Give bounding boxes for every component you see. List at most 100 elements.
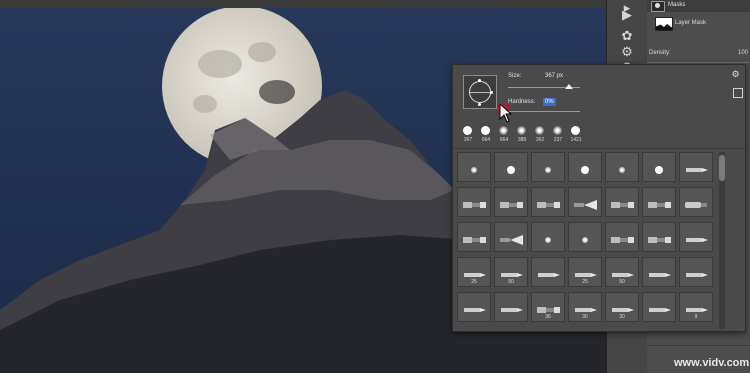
brush-preset[interactable] bbox=[679, 187, 713, 217]
brush-preset[interactable] bbox=[457, 187, 491, 217]
recent-brush[interactable]: 1421 bbox=[569, 125, 583, 145]
brush-preset[interactable] bbox=[494, 152, 528, 182]
brush-preset[interactable]: 30 bbox=[568, 292, 602, 322]
brush-settings-icon[interactable]: ✿ bbox=[616, 28, 638, 44]
recent-brush[interactable]: 237 bbox=[551, 125, 565, 145]
brush-size-label: 367 bbox=[463, 137, 473, 143]
recent-brush[interactable]: 664 bbox=[497, 125, 511, 145]
density-label: Density: bbox=[649, 50, 671, 56]
brush-tip-icon bbox=[571, 126, 580, 135]
play-icon[interactable]: ▶ bbox=[616, 7, 638, 23]
brush-tip-icon bbox=[571, 232, 599, 250]
brush-preset[interactable] bbox=[531, 187, 565, 217]
brush-preset[interactable] bbox=[642, 292, 676, 322]
roundness-handle[interactable] bbox=[478, 79, 481, 82]
brush-scrollbar[interactable] bbox=[719, 152, 725, 329]
brush-tip-icon bbox=[645, 232, 673, 250]
brush-preset[interactable] bbox=[494, 222, 528, 252]
brush-preset[interactable] bbox=[568, 187, 602, 217]
size-value[interactable]: 367 px bbox=[545, 73, 563, 79]
scroll-thumb[interactable] bbox=[719, 155, 725, 181]
brush-tip-icon bbox=[571, 162, 599, 180]
brush-tip-icon bbox=[645, 267, 673, 285]
brush-size-label: 30 bbox=[619, 314, 625, 320]
watermark: www.vidv.com bbox=[674, 357, 750, 369]
brush-tip-icon bbox=[534, 232, 562, 250]
angle-handle[interactable] bbox=[490, 91, 493, 94]
brush-preset[interactable] bbox=[568, 222, 602, 252]
mask-icon bbox=[651, 1, 665, 12]
brush-preset[interactable]: 30 bbox=[605, 292, 639, 322]
brush-preset[interactable]: 9 bbox=[679, 292, 713, 322]
brush-tip-icon bbox=[645, 197, 673, 215]
brush-tip-icon bbox=[499, 126, 508, 135]
brush-preset[interactable]: 36 bbox=[531, 292, 565, 322]
density-value[interactable]: 100 bbox=[738, 50, 748, 56]
brush-size-label: 1421 bbox=[570, 137, 582, 143]
recent-brush[interactable]: 362 bbox=[533, 125, 547, 145]
brush-preset-picker: Size: 367 px Hardness: 0% ⚙ 367 664 664 388… bbox=[452, 64, 746, 332]
brush-tip-icon bbox=[497, 197, 525, 215]
brush-angle-preview[interactable] bbox=[463, 75, 497, 109]
brush-size-label: 664 bbox=[481, 137, 491, 143]
masks-label: Masks bbox=[668, 2, 686, 8]
brush-tip-icon bbox=[682, 267, 710, 285]
brush-preset[interactable] bbox=[679, 257, 713, 287]
size-label: Size: bbox=[508, 73, 522, 79]
brush-size-label: 50 bbox=[619, 279, 625, 285]
brush-preset[interactable] bbox=[679, 152, 713, 182]
brush-preset[interactable] bbox=[642, 152, 676, 182]
brush-preset[interactable]: 25 bbox=[457, 257, 491, 287]
brush-grid: 25 50 25 50 36 30 30 9 bbox=[457, 152, 717, 329]
brush-tip-icon bbox=[463, 126, 472, 135]
brush-tip-icon bbox=[460, 302, 488, 320]
brush-preset[interactable] bbox=[531, 257, 565, 287]
recent-brush[interactable]: 388 bbox=[515, 125, 529, 145]
brush-preset[interactable]: 50 bbox=[494, 257, 528, 287]
brush-tip-icon bbox=[608, 197, 636, 215]
hardness-value[interactable]: 0% bbox=[543, 98, 556, 106]
brush-size-label: 362 bbox=[535, 137, 545, 143]
brush-preset[interactable]: 50 bbox=[605, 257, 639, 287]
brush-roundness-circle[interactable] bbox=[469, 81, 491, 103]
brush-preset[interactable] bbox=[605, 187, 639, 217]
brush-preset[interactable] bbox=[605, 152, 639, 182]
adjust-icon[interactable]: ⚙ bbox=[616, 44, 638, 60]
mouse-cursor bbox=[498, 104, 513, 123]
brush-preset[interactable] bbox=[642, 257, 676, 287]
brush-preset[interactable] bbox=[531, 152, 565, 182]
brush-preset[interactable] bbox=[494, 187, 528, 217]
brush-preset[interactable] bbox=[642, 187, 676, 217]
new-preset-icon[interactable] bbox=[733, 88, 743, 98]
brush-preset[interactable] bbox=[457, 292, 491, 322]
density-slider[interactable] bbox=[647, 62, 750, 63]
gear-icon[interactable]: ⚙ bbox=[731, 70, 740, 79]
layer-mask-thumbnail[interactable] bbox=[655, 17, 673, 31]
roundness-handle[interactable] bbox=[478, 103, 481, 106]
brush-tip-icon bbox=[682, 232, 710, 250]
brush-preset[interactable] bbox=[457, 222, 491, 252]
brush-preset[interactable] bbox=[531, 222, 565, 252]
brush-size-label: 388 bbox=[517, 137, 527, 143]
brush-preset[interactable] bbox=[642, 222, 676, 252]
brush-tip-icon bbox=[553, 126, 562, 135]
brush-tip-icon bbox=[460, 162, 488, 180]
brush-preset[interactable]: 25 bbox=[568, 257, 602, 287]
brush-tip-icon bbox=[608, 232, 636, 250]
brush-tip-icon bbox=[481, 126, 490, 135]
brush-preset[interactable] bbox=[568, 152, 602, 182]
brush-size-label: 30 bbox=[582, 314, 588, 320]
recent-brush[interactable]: 664 bbox=[479, 125, 493, 145]
brush-preset[interactable] bbox=[494, 292, 528, 322]
brush-tip-icon bbox=[534, 267, 562, 285]
recent-brushes: 367 664 664 388 362 237 1421 bbox=[461, 125, 591, 147]
brush-preset[interactable] bbox=[605, 222, 639, 252]
brush-size-label: 237 bbox=[553, 137, 563, 143]
recent-brush[interactable]: 367 bbox=[461, 125, 475, 145]
brush-tip-icon bbox=[645, 162, 673, 180]
size-slider-knob[interactable] bbox=[565, 84, 573, 89]
brush-preset[interactable] bbox=[457, 152, 491, 182]
hardness-slider[interactable] bbox=[508, 111, 580, 112]
brush-tip-icon bbox=[571, 197, 599, 215]
brush-preset[interactable] bbox=[679, 222, 713, 252]
